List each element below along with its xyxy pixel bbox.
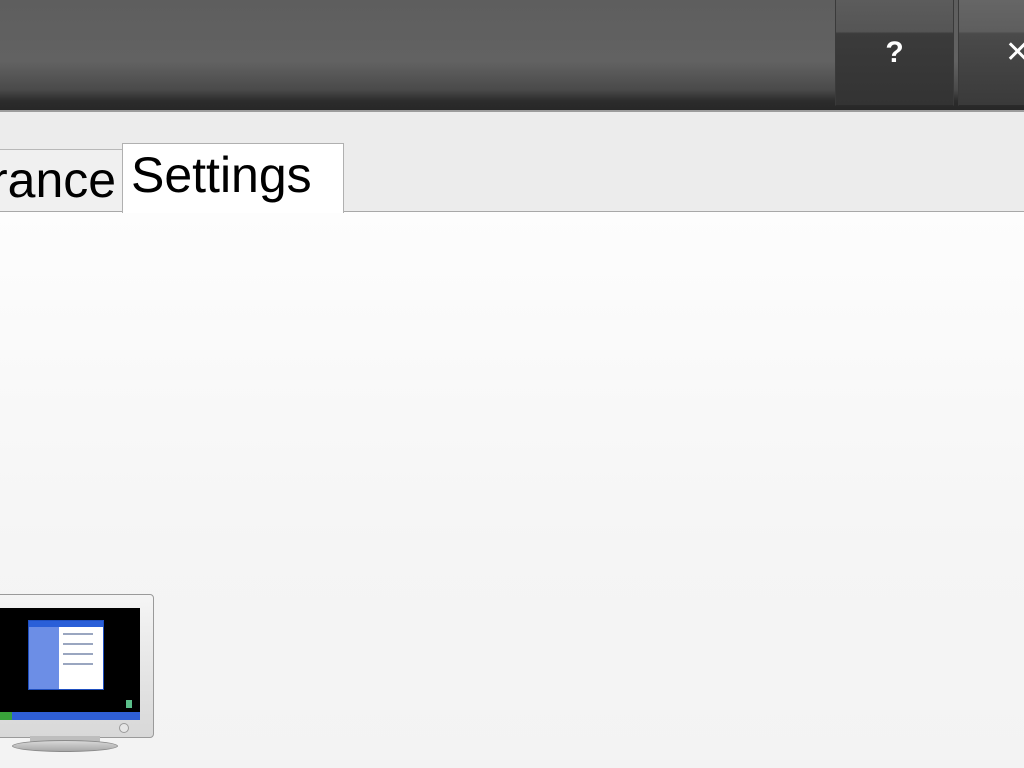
help-button[interactable]: ? <box>835 0 954 106</box>
recycle-bin-icon <box>126 700 132 708</box>
tab-settings[interactable]: Settings <box>122 143 344 213</box>
power-button-icon <box>119 723 129 733</box>
monitor-base <box>12 740 118 752</box>
tab-settings-label: Settings <box>131 147 312 203</box>
start-button-icon <box>0 712 12 720</box>
close-icon: ✕ <box>1005 36 1024 69</box>
monitor-screen <box>0 608 140 720</box>
tab-appearance[interactable]: rance <box>0 149 123 212</box>
screen-window-thumbnail <box>28 620 104 690</box>
monitor-preview-icon <box>0 594 154 738</box>
screen-taskbar <box>0 712 140 720</box>
help-icon: ? <box>885 35 904 69</box>
close-button[interactable]: ✕ <box>958 0 1024 106</box>
tab-appearance-label: rance <box>0 152 117 208</box>
window-titlebar: ? ✕ <box>0 0 1024 112</box>
tab-strip: rance Settings <box>0 112 1024 213</box>
